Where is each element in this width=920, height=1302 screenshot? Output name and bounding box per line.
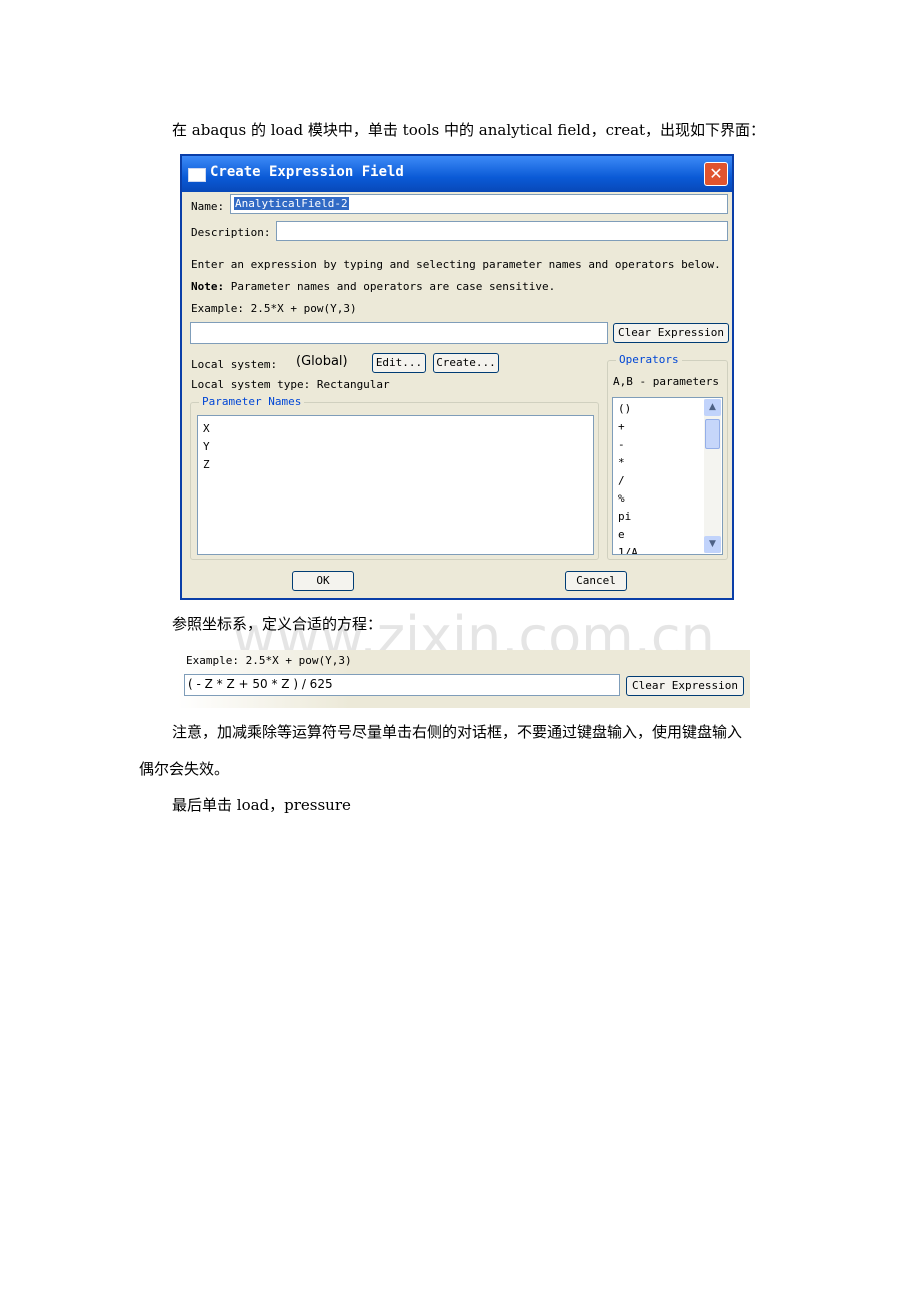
- parameter-list: X Y Z: [197, 415, 594, 555]
- scroll-up-icon[interactable]: ▲: [704, 399, 721, 416]
- parameter-item-y[interactable]: Y: [198, 438, 593, 456]
- name-value: AnalyticalField-2: [234, 197, 349, 210]
- snippet-clear-button[interactable]: Clear Expression: [626, 676, 744, 696]
- note-bold-label: Note:: [191, 280, 225, 293]
- window-icon: [188, 168, 206, 182]
- operator-scrollbar[interactable]: ▲ ▼: [704, 399, 721, 553]
- local-system-type: Local system type: Rectangular: [191, 378, 390, 391]
- dialog-titlebar: Create Expression Field ✕: [182, 156, 732, 192]
- edit-button[interactable]: Edit...: [372, 353, 426, 373]
- parameter-item-z[interactable]: Z: [198, 456, 593, 474]
- name-label: Name:: [191, 200, 225, 213]
- parameter-names-group: Parameter Names X Y Z: [190, 395, 599, 560]
- expression-field[interactable]: [190, 322, 608, 344]
- note-line: Note: Parameter names and operators are …: [191, 280, 555, 293]
- operators-group: Operators A,B - parameters () + - * / % …: [607, 353, 728, 560]
- intro-paragraph: 在 abaqus 的 load 模块中，单击 tools 中的 analytic…: [172, 121, 766, 139]
- close-button[interactable]: ✕: [704, 162, 728, 186]
- create-button[interactable]: Create...: [433, 353, 499, 373]
- scroll-down-icon[interactable]: ▼: [704, 536, 721, 553]
- local-system-value: (Global): [296, 354, 348, 369]
- parameter-item-x[interactable]: X: [198, 420, 593, 438]
- dialog-title: Create Expression Field: [210, 164, 404, 180]
- final-paragraph: 最后单击 load，pressure: [172, 796, 351, 814]
- operators-hint: A,B - parameters: [613, 375, 719, 388]
- expression-snippet: Example: 2.5*X + pow(Y,3) ( - Z * Z + 50…: [178, 650, 750, 708]
- note-paragraph-line2: 偶尔会失效。: [139, 760, 230, 778]
- clear-expression-button[interactable]: Clear Expression: [613, 323, 729, 343]
- description-field[interactable]: [276, 221, 728, 241]
- ref-coords-paragraph: 参照坐标系，定义合适的方程：: [172, 615, 383, 633]
- description-label: Description:: [191, 226, 271, 239]
- create-expression-field-dialog: Create Expression Field ✕ Name: Analytic…: [180, 154, 734, 600]
- snippet-example: Example: 2.5*X + pow(Y,3): [186, 654, 352, 667]
- instructions-text: Enter an expression by typing and select…: [191, 258, 721, 271]
- example-text: Example: 2.5*X + pow(Y,3): [191, 302, 357, 315]
- name-field[interactable]: AnalyticalField-2: [230, 194, 728, 214]
- parameter-names-label: Parameter Names: [199, 395, 305, 408]
- operator-list: () + - * / % pi e 1/A ▲ ▼: [612, 397, 723, 555]
- note-paragraph-line1: 注意，加减乘除等运算符号尽量单击右侧的对话框，不要通过键盘输入，使用键盘输入: [172, 723, 743, 741]
- operators-label: Operators: [616, 353, 682, 366]
- scroll-thumb[interactable]: [705, 419, 720, 449]
- note-text: Parameter names and operators are case s…: [230, 280, 556, 293]
- snippet-expression-field[interactable]: ( - Z * Z + 50 * Z ) / 625: [184, 674, 620, 696]
- ok-button[interactable]: OK: [292, 571, 354, 591]
- local-system-label: Local system:: [191, 358, 278, 371]
- cancel-button[interactable]: Cancel: [565, 571, 627, 591]
